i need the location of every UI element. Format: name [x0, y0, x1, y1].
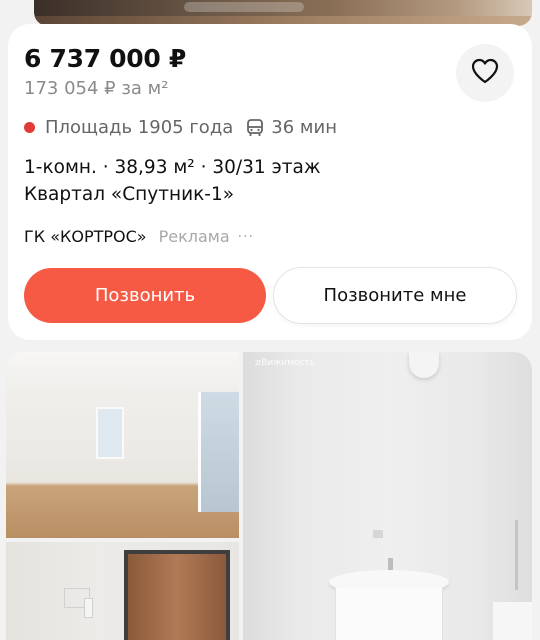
metro-station: Площадь 1905 года [45, 117, 234, 138]
metro-line-dot [24, 122, 35, 133]
photo-sink-cabinet [335, 588, 443, 640]
more-options-icon[interactable]: ··· [238, 229, 254, 245]
travel-time: 36 мин [271, 117, 337, 138]
photo-shower [515, 520, 518, 590]
favorite-button[interactable] [456, 44, 514, 102]
photo-room[interactable] [6, 352, 239, 538]
photo-ceiling [6, 352, 239, 392]
developer-name[interactable]: ГК «КОРТРОС» [24, 227, 147, 246]
listing-details: 1-комн. · 38,93 м² · 30/31 этаж Квартал … [24, 154, 321, 208]
callback-button[interactable]: Позвоните мне [274, 268, 516, 323]
photo-intercom [84, 598, 93, 618]
photo-glare [184, 2, 304, 12]
listing-price: 6 737 000 ₽ [24, 44, 186, 73]
photo-socket [373, 530, 383, 538]
photo-window [96, 407, 124, 459]
photo-balcony-door [198, 392, 239, 512]
previous-listing-photo[interactable] [34, 0, 532, 26]
photo-lamp [409, 352, 439, 378]
photo-bathroom[interactable]: дВижимость [243, 352, 532, 640]
ad-label: Реклама [158, 227, 230, 246]
photo-watermark: дВижимость [255, 358, 315, 368]
call-button[interactable]: Позвонить [24, 268, 266, 323]
heart-outline-icon [471, 58, 499, 88]
metro-info: Площадь 1905 года 36 мин [24, 117, 337, 138]
price-per-m2: 173 054 ₽ за м² [24, 78, 169, 99]
developer-row: ГК «КОРТРОС» Реклама ··· [24, 227, 254, 246]
bus-icon [245, 118, 265, 138]
complex-name: Квартал «Спутник-1» [24, 184, 235, 205]
photo-hallway[interactable] [6, 542, 239, 640]
photo-bathtub [493, 602, 532, 640]
apartment-params: 1-комн. · 38,93 м² · 30/31 этаж [24, 157, 321, 178]
listing-card[interactable]: 6 737 000 ₽ 173 054 ₽ за м² Площадь 1905… [8, 24, 532, 340]
photo-entrance-door [124, 550, 230, 640]
